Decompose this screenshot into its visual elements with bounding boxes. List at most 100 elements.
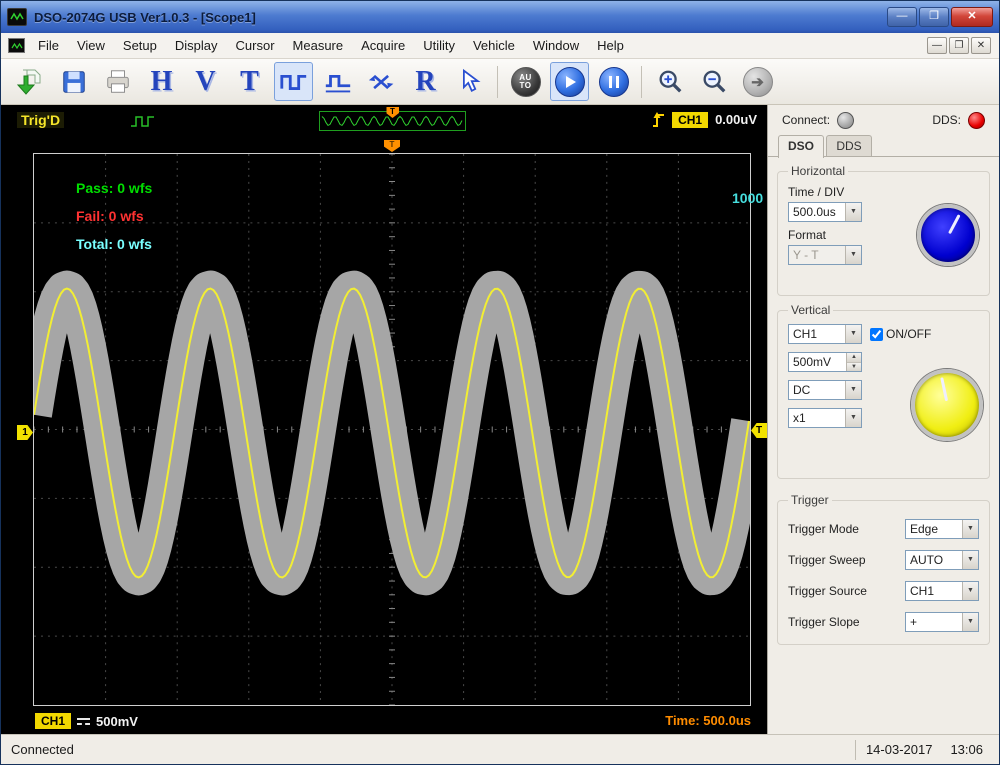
load-waveform-button[interactable] xyxy=(10,62,49,101)
play-icon xyxy=(554,66,585,97)
trigger-mode-label: Trigger Mode xyxy=(788,522,859,536)
pass-fail-button[interactable] xyxy=(274,62,313,101)
knob-pointer-icon xyxy=(947,213,961,234)
mdi-minimize-button[interactable]: — xyxy=(927,37,947,54)
time-div-select[interactable]: 500.0us ▼ xyxy=(788,202,862,222)
menu-utility[interactable]: Utility xyxy=(414,35,464,56)
horizontal-knob[interactable] xyxy=(917,204,979,266)
trigger-group-title: Trigger xyxy=(791,493,829,507)
channel-select[interactable]: CH1 ▼ xyxy=(788,324,862,344)
trigger-readout: CH1 0.00uV xyxy=(652,111,757,128)
dds-led-icon xyxy=(968,111,985,129)
spin-up-icon[interactable]: ▲ xyxy=(847,353,861,363)
print-button[interactable] xyxy=(98,62,137,101)
auto-circle-icon: AUTO xyxy=(510,66,541,97)
menu-setup[interactable]: Setup xyxy=(114,35,166,56)
menu-cursor[interactable]: Cursor xyxy=(227,35,284,56)
printer-icon xyxy=(106,69,129,93)
connection-row: Connect: DDS: xyxy=(768,105,999,135)
scope-display: T Pass: 0 wfs Fail: 0 wfs Total: 0 wfs 1… xyxy=(1,138,767,734)
channel-onoff-toggle[interactable]: ON/OFF xyxy=(870,327,931,341)
save-button[interactable] xyxy=(54,62,93,101)
total-count-label: Total: 0 wfs xyxy=(76,236,152,252)
h-letter-icon: H xyxy=(150,65,173,97)
default-setup-button[interactable] xyxy=(450,62,489,101)
trigger-group: Trigger Trigger Mode Edge ▼ Trigger Swee… xyxy=(777,493,990,645)
status-date: 14-03-2017 xyxy=(865,742,933,757)
trigger-slope-select[interactable]: + ▼ xyxy=(905,612,979,632)
factory-reset-button[interactable]: R xyxy=(406,62,445,101)
app-icon xyxy=(7,8,27,26)
minimize-button[interactable]: — xyxy=(887,7,917,27)
horizontal-setup-button[interactable]: H xyxy=(142,62,181,101)
spin-down-icon[interactable]: ▼ xyxy=(847,362,861,371)
v-letter-icon: V xyxy=(195,65,216,97)
zoom-in-icon xyxy=(659,70,681,92)
menu-window[interactable]: Window xyxy=(524,35,588,56)
chevron-down-icon: ▼ xyxy=(962,520,978,538)
menu-vehicle[interactable]: Vehicle xyxy=(464,35,524,56)
vertical-group: Vertical CH1 ▼ ON/OFF 500mV ▲ ▼ DC ▼ x1 … xyxy=(777,303,990,479)
channel1-level-marker[interactable]: 1 xyxy=(17,425,33,440)
menu-measure[interactable]: Measure xyxy=(284,35,353,56)
tab-dds[interactable]: DDS xyxy=(826,135,872,156)
run-button[interactable] xyxy=(550,62,589,101)
tab-dso[interactable]: DSO xyxy=(778,135,824,158)
panel-tabs: DSO DDS xyxy=(768,135,999,158)
zoom-in-button[interactable] xyxy=(650,62,689,101)
connect-led-icon xyxy=(837,111,855,129)
menu-help[interactable]: Help xyxy=(588,35,633,56)
volts-div-spinner[interactable]: 500mV ▲ ▼ xyxy=(788,352,862,372)
chevron-down-icon: ▼ xyxy=(845,381,861,399)
close-button[interactable]: ✕ xyxy=(951,7,993,27)
pause-button[interactable] xyxy=(594,62,633,101)
trigger-source-select[interactable]: CH1 ▼ xyxy=(905,581,979,601)
chevron-down-icon: ▼ xyxy=(845,203,861,221)
trigger-position-marker[interactable]: T xyxy=(384,140,400,152)
status-time: 13:06 xyxy=(950,742,983,757)
menu-acquire[interactable]: Acquire xyxy=(352,35,414,56)
scope-grid: Pass: 0 wfs Fail: 0 wfs Total: 0 wfs 100… xyxy=(33,153,763,706)
onoff-checkbox[interactable] xyxy=(870,327,883,341)
self-calibration-button[interactable] xyxy=(362,62,401,101)
trigger-level-marker[interactable]: T xyxy=(751,423,767,438)
probe-select[interactable]: x1 ▼ xyxy=(788,408,862,428)
auto-set-button[interactable]: AUTO xyxy=(506,62,545,101)
time-div-label: Time / DIV xyxy=(788,185,845,199)
vertical-setup-button[interactable]: V xyxy=(186,62,225,101)
zoom-out-button[interactable] xyxy=(694,62,733,101)
trigger-mode-select[interactable]: Edge ▼ xyxy=(905,519,979,539)
pointer-cursor-icon xyxy=(462,68,480,92)
maximize-button[interactable]: ❐ xyxy=(919,7,949,27)
channel-readout: CH1 500mV xyxy=(35,713,138,729)
waveform-preview-pan[interactable]: T xyxy=(319,107,466,131)
horizontal-group-title: Horizontal xyxy=(791,164,846,178)
window-title: DSO-2074G USB Ver1.0.3 - [Scope1] xyxy=(34,9,256,25)
trigger-edge-icon xyxy=(653,112,665,127)
pulse-indicator-icon xyxy=(129,112,157,135)
waveform-record-button[interactable] xyxy=(318,62,357,101)
menu-display[interactable]: Display xyxy=(166,35,227,56)
menu-file[interactable]: File xyxy=(29,35,68,56)
horizontal-group: Horizontal Time / DIV 500.0us ▼ Format Y… xyxy=(777,164,990,296)
floppy-icon xyxy=(62,70,85,93)
mdi-close-button[interactable]: ✕ xyxy=(971,37,991,54)
vertical-knob[interactable] xyxy=(911,369,983,441)
sample-count-label: 1000 xyxy=(732,190,764,206)
onoff-label: ON/OFF xyxy=(886,327,932,341)
mdi-restore-button[interactable]: ❐ xyxy=(949,37,969,54)
volts-per-div-value: 500mV xyxy=(96,713,138,729)
trigger-status-strip: Trig'D T CH1 0.00uV xyxy=(1,105,767,138)
connect-label: Connect: xyxy=(782,113,831,127)
trigger-channel-badge: CH1 xyxy=(672,111,709,128)
vertical-group-title: Vertical xyxy=(791,303,831,317)
trigger-slope-label: Trigger Slope xyxy=(788,615,860,629)
main-area: Trig'D T CH1 0.00uV T Pass: 0 wfs Fail: … xyxy=(1,105,999,734)
trigger-sweep-select[interactable]: AUTO ▼ xyxy=(905,550,979,570)
connection-status: Connected xyxy=(11,742,74,757)
coupling-select[interactable]: DC ▼ xyxy=(788,380,862,400)
scope-document-icon[interactable] xyxy=(8,38,25,53)
trigger-setup-button[interactable]: T xyxy=(230,62,269,101)
menu-view[interactable]: View xyxy=(68,35,114,56)
pause-icon xyxy=(598,66,629,97)
